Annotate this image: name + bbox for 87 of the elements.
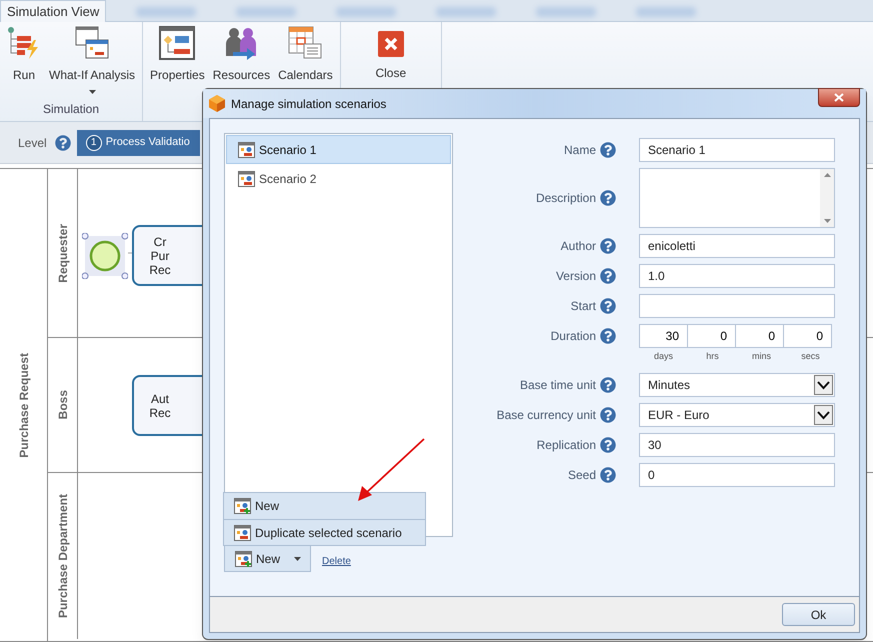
diagram-window-icon	[159, 26, 196, 60]
level-label: Level	[18, 134, 47, 152]
calendar-icon	[288, 26, 322, 60]
pool-label: Purchase Request	[16, 352, 32, 458]
ribbon-button[interactable]: Properties	[147, 26, 208, 82]
menu-item[interactable]: New	[224, 493, 425, 519]
menu-item[interactable]: Duplicate selected scenario	[224, 519, 425, 545]
unit-label: hrs	[705, 350, 720, 362]
field-label: Base currency unit	[496, 407, 596, 424]
close-button[interactable]	[818, 88, 860, 107]
lane-label: Requester	[54, 224, 70, 282]
app-logo-icon	[209, 95, 225, 112]
ribbon-button[interactable]: What-If Analysis	[46, 26, 138, 94]
help-icon[interactable]	[600, 142, 616, 158]
help-icon[interactable]	[600, 377, 616, 393]
help-icon[interactable]	[600, 437, 616, 453]
field-label: Name	[564, 142, 596, 159]
lane-label: Purchase Department	[54, 494, 70, 618]
delete-link[interactable]: Delete	[322, 554, 351, 569]
unit-label: days	[652, 350, 674, 362]
help-icon[interactable]	[600, 238, 616, 254]
help-icon[interactable]	[600, 298, 616, 314]
field-label: Base time unit	[520, 377, 596, 394]
field-label: Replication	[536, 437, 596, 454]
help-icon[interactable]	[600, 328, 616, 344]
duration-field[interactable]: 0	[783, 324, 832, 348]
flow-lightning-icon	[7, 26, 41, 60]
select-field[interactable]: Minutes	[639, 373, 835, 397]
task-text: Rec	[148, 262, 172, 276]
scenario-item[interactable]: Scenario 1	[226, 135, 451, 164]
task-text: Rec	[148, 406, 172, 420]
scroll-up-icon	[824, 173, 830, 177]
windows-icon	[75, 26, 110, 60]
unit-label: mins	[750, 350, 772, 362]
help-icon[interactable]	[600, 268, 616, 284]
description-field[interactable]	[639, 168, 835, 228]
scenario-icon	[234, 524, 251, 540]
duration-field[interactable]: 0	[735, 324, 784, 348]
group-label: Simulation	[43, 101, 100, 118]
ribbon-tab[interactable]: Simulation View	[0, 0, 106, 22]
unit-label: secs	[800, 350, 821, 362]
step-number: 1	[86, 134, 102, 150]
arrow-drawing	[356, 437, 426, 503]
scenario-item[interactable]: Scenario 2	[226, 164, 451, 193]
lane-label: Boss	[54, 390, 70, 420]
help-icon[interactable]	[54, 134, 71, 150]
new-scenario-icon	[234, 498, 251, 514]
ribbon-button[interactable]: Run	[4, 26, 44, 82]
help-icon[interactable]	[600, 467, 616, 483]
level-step-tab[interactable]: 1 Process Validatio	[76, 130, 200, 156]
text-field[interactable]: Scenario 1	[639, 138, 835, 162]
field-label: Duration	[550, 328, 596, 345]
dialog-title: Manage simulation scenarios	[231, 96, 386, 112]
task-text: Cr	[152, 234, 168, 248]
duration-field[interactable]: 0	[687, 324, 736, 348]
duration-field[interactable]: 30	[639, 324, 688, 348]
scrollbar[interactable]	[820, 169, 834, 227]
new-split-button[interactable]: New	[224, 545, 311, 572]
help-icon[interactable]	[600, 190, 616, 206]
close-icon	[376, 30, 405, 58]
text-field[interactable]: 1.0	[639, 264, 835, 288]
ok-button[interactable]: Ok	[782, 603, 855, 626]
task-text: Aut	[150, 392, 170, 406]
field-label: Author	[560, 238, 596, 255]
ribbon-button[interactable]: Close	[344, 26, 437, 80]
text-field[interactable]: enicoletti	[639, 234, 835, 258]
task-text: Pur	[150, 248, 170, 262]
chevron-down-icon	[814, 375, 833, 395]
caret-icon	[294, 556, 302, 560]
start-event[interactable]	[82, 233, 128, 279]
close-icon	[834, 93, 844, 102]
scroll-down-icon	[824, 219, 830, 223]
new-scenario-icon	[235, 550, 252, 566]
help-icon[interactable]	[600, 407, 616, 423]
chevron-down-icon	[814, 405, 833, 425]
field-label: Description	[536, 190, 596, 207]
scenario-icon	[238, 170, 255, 186]
ribbon-button[interactable]: Calendars	[275, 26, 336, 82]
text-field[interactable]: 30	[639, 433, 835, 457]
field-label: Version	[556, 268, 596, 285]
field-label: Start	[570, 298, 596, 315]
field-label: Seed	[568, 467, 596, 484]
text-field[interactable]: 0	[639, 463, 835, 487]
ribbon-button[interactable]: Resources	[210, 26, 274, 82]
scenario-icon	[238, 142, 255, 158]
text-field[interactable]	[639, 294, 835, 318]
select-field[interactable]: EUR - Euro	[639, 403, 835, 427]
